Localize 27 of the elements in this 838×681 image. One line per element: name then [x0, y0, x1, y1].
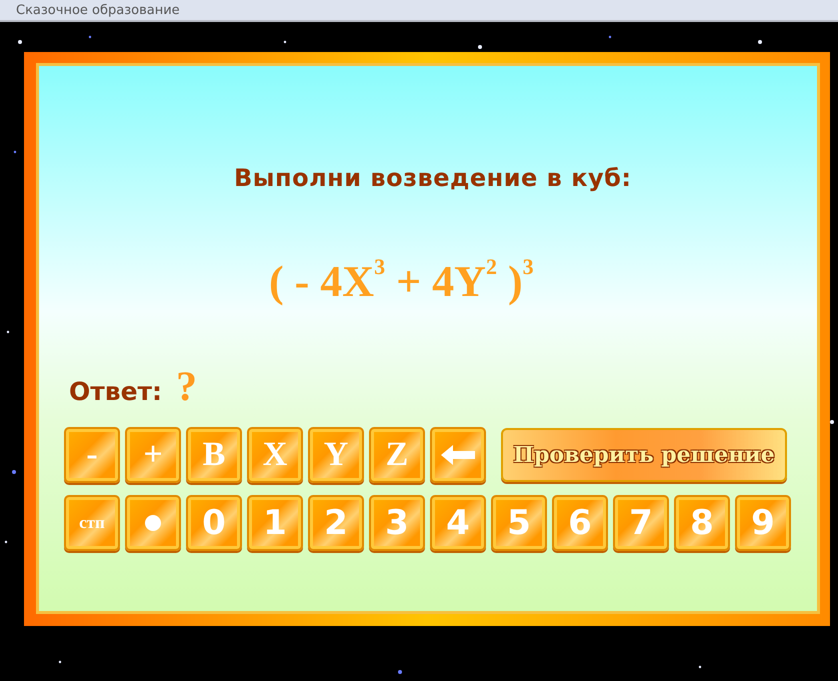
key[interactable]: Y	[308, 427, 364, 483]
key[interactable]: 0	[186, 495, 242, 551]
key[interactable]: 1	[247, 495, 303, 551]
key[interactable]: +	[125, 427, 181, 483]
key[interactable]: 5	[491, 495, 547, 551]
key[interactable]: 6	[552, 495, 608, 551]
key[interactable]: 8	[674, 495, 730, 551]
backspace-key[interactable]	[430, 427, 486, 483]
answer-label: Ответ:	[69, 377, 162, 406]
window-title: Сказочное образование	[16, 2, 180, 18]
key[interactable]: стп	[64, 495, 120, 551]
key[interactable]: 3	[369, 495, 425, 551]
key[interactable]: 7	[613, 495, 669, 551]
key[interactable]: B	[186, 427, 242, 483]
key[interactable]: 4	[430, 495, 486, 551]
key[interactable]: Z	[369, 427, 425, 483]
dot-icon	[145, 515, 161, 531]
check-solution-button[interactable]: Проверить решение	[501, 428, 787, 482]
left-arrow-icon	[441, 445, 475, 465]
math-expression: ( - 4X$^{3}$ + 4Y$^{2}$ )$^{3}$	[269, 254, 535, 307]
answer-value: ?	[176, 363, 198, 411]
key[interactable]: 9	[735, 495, 791, 551]
dot-key[interactable]	[125, 495, 181, 551]
key[interactable]: X	[247, 427, 303, 483]
key[interactable]: 2	[308, 495, 364, 551]
task-prompt: Выполни возведение в куб:	[234, 164, 633, 192]
key[interactable]: -	[64, 427, 120, 483]
